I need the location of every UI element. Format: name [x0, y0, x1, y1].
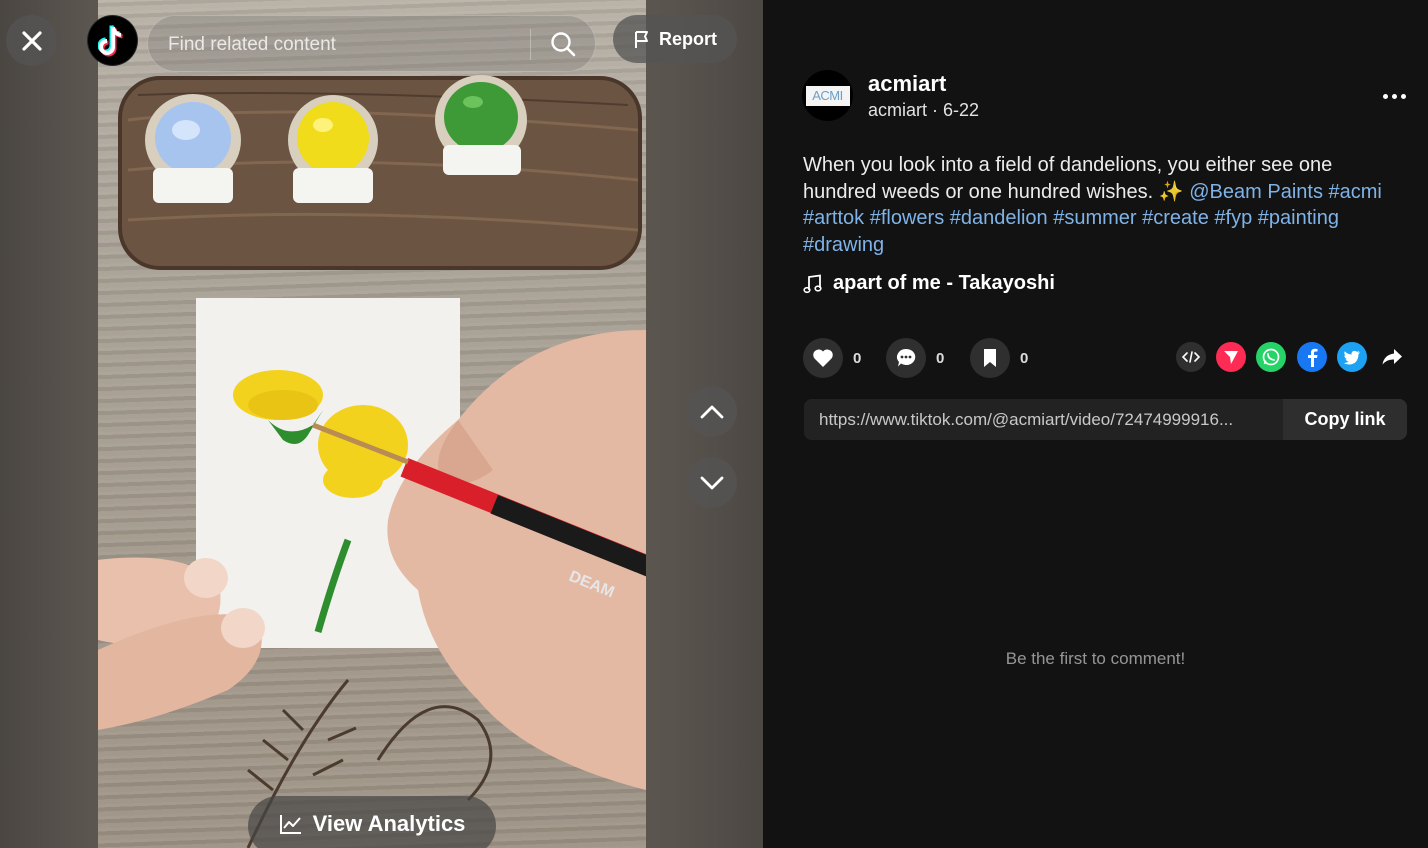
share-more-button[interactable] — [1377, 342, 1407, 372]
video-pane[interactable]: DEAM Find related content Report View An… — [0, 0, 763, 848]
more-dot-icon — [1400, 93, 1406, 99]
tiktok-video-viewer: DEAM Find related content Report View An… — [0, 0, 1428, 848]
view-analytics-label: View Analytics — [312, 811, 466, 836]
search-bar — [147, 15, 596, 73]
facebook-icon — [1308, 348, 1318, 367]
bookmark-icon — [984, 349, 996, 367]
share-arrow-icon — [1382, 349, 1402, 365]
save-count: 0 — [1020, 349, 1029, 367]
video-frame-illustration: DEAM — [98, 75, 646, 848]
analytics-chart-icon — [279, 815, 301, 834]
video-link-row: https://www.tiktok.com/@acmiart/video/72… — [804, 399, 1407, 440]
more-options-button[interactable] — [1379, 84, 1409, 108]
hashtag-link[interactable]: #flowers — [870, 207, 944, 229]
like-count: 0 — [853, 349, 862, 367]
author-meta: acmiart · 6-22 — [868, 100, 980, 120]
search-button[interactable] — [545, 26, 581, 62]
share-twitter-button[interactable] — [1337, 342, 1367, 372]
close-button[interactable] — [6, 15, 57, 66]
music-link[interactable]: apart of me - Takayoshi — [803, 272, 1055, 295]
heart-icon — [813, 349, 833, 367]
hashtag-link[interactable]: #create — [1142, 207, 1209, 229]
search-input[interactable] — [168, 16, 523, 73]
report-label: Report — [659, 28, 717, 49]
chevron-down-icon — [700, 476, 723, 489]
report-button[interactable]: Report — [613, 15, 737, 63]
music-title: apart of me - Takayoshi — [833, 272, 1055, 294]
search-divider — [530, 29, 531, 60]
video-player[interactable]: DEAM — [98, 0, 646, 848]
copy-link-button[interactable]: Copy link — [1283, 399, 1407, 440]
hashtag-link[interactable]: #fyp — [1214, 207, 1252, 229]
tiktok-logo[interactable] — [87, 15, 138, 66]
close-icon — [21, 30, 42, 51]
previous-video-button[interactable] — [686, 386, 737, 437]
avatar-logo: ACMI — [805, 85, 850, 106]
twitter-icon — [1343, 350, 1360, 364]
video-info-panel: ACMI acmiart acmiart · 6-22 When you loo… — [763, 0, 1428, 848]
share-facebook-button[interactable] — [1297, 342, 1327, 372]
flag-icon — [635, 30, 648, 48]
hashtag-link[interactable]: #dandelion — [950, 207, 1048, 229]
hashtag-link[interactable]: #summer — [1053, 207, 1136, 229]
send-to-friends-button[interactable] — [1216, 342, 1246, 372]
hashtag-link[interactable]: #painting — [1258, 207, 1339, 229]
comment-button[interactable] — [886, 338, 926, 378]
hashtag-link[interactable]: #drawing — [803, 234, 884, 256]
like-button[interactable] — [803, 338, 843, 378]
share-whatsapp-button[interactable] — [1256, 342, 1286, 372]
save-button[interactable] — [970, 338, 1010, 378]
music-note-icon — [803, 273, 822, 293]
comment-action: 0 — [886, 338, 944, 378]
comment-bubble-icon — [897, 348, 916, 367]
video-caption: When you look into a field of dandelions… — [803, 152, 1408, 258]
view-analytics-button[interactable]: View Analytics — [248, 796, 496, 848]
hashtag-link[interactable]: #acmi — [1329, 181, 1382, 203]
more-dot-icon — [1391, 93, 1397, 99]
search-icon — [551, 32, 576, 57]
tiktok-note-icon — [97, 24, 123, 56]
whatsapp-icon — [1262, 348, 1280, 366]
comment-count: 0 — [936, 349, 945, 367]
chevron-up-icon — [700, 405, 723, 418]
like-action: 0 — [803, 338, 861, 378]
send-icon — [1224, 351, 1238, 364]
author-display-name[interactable]: acmiart — [868, 71, 946, 97]
next-video-button[interactable] — [686, 457, 737, 508]
hashtag-link[interactable]: #arttok — [803, 207, 864, 229]
mention-link[interactable]: @Beam Paints — [1189, 181, 1323, 203]
embed-icon — [1182, 351, 1200, 363]
embed-button[interactable] — [1176, 342, 1206, 372]
video-url-field[interactable]: https://www.tiktok.com/@acmiart/video/72… — [804, 399, 1283, 440]
avatar[interactable]: ACMI — [802, 70, 853, 121]
comments-empty-state: Be the first to comment! — [1005, 649, 1186, 668]
save-action: 0 — [970, 338, 1028, 378]
more-dot-icon — [1382, 93, 1388, 99]
